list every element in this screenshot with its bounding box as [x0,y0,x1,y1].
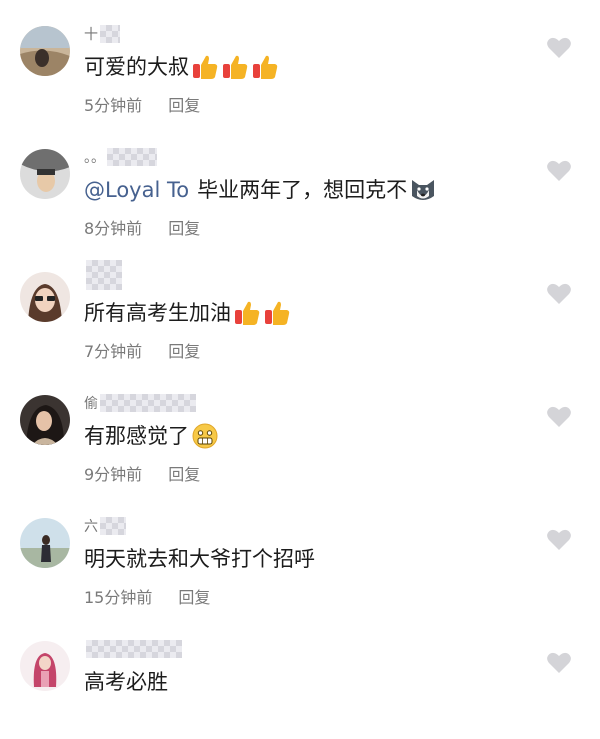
comment-text: 明天就去和大爷打个招呼 [84,545,315,573]
avatar[interactable] [20,518,70,568]
nickname-text[interactable]: 偷 [84,393,98,413]
timestamp: 9分钟前 [84,465,143,484]
like-heart-icon[interactable] [546,651,572,675]
comment-text: 高考必胜 [84,668,168,696]
reply-button[interactable]: 回复 [168,92,200,116]
thumbs-up-emoji [251,53,279,81]
grimace-emoji [191,422,219,450]
comment-meta: 5分钟前 回复 [84,92,200,116]
nickname[interactable] [84,639,182,659]
like-heart-icon[interactable] [546,528,572,552]
comment-item: 十 可爱的大叔 5分钟前 回复 [0,0,600,124]
avatar[interactable] [20,395,70,445]
comment-body: 毕业两年了，想回克不 [197,178,408,202]
reply-button[interactable]: 回复 [168,461,200,485]
nickname[interactable]: 六 [84,516,126,536]
like-heart-icon[interactable] [546,405,572,429]
avatar[interactable] [20,641,70,691]
nickname[interactable] [84,260,122,290]
comment-body: 有那感觉了 [84,424,189,448]
comment-item: 高考必胜 [0,615,600,739]
comment-text: 所有高考生加油 [84,299,291,327]
thumbs-up-emoji [263,299,291,327]
comment-body: 所有高考生加油 [84,301,231,325]
pixelated-nickname [86,640,182,658]
nickname[interactable]: 偷 [84,393,196,413]
comment-item: 偷 有那感觉了 9分钟前 回复 [0,369,600,493]
comment-body: 明天就去和大爷打个招呼 [84,547,315,571]
timestamp: 7分钟前 [84,342,143,361]
timestamp: 8分钟前 [84,219,143,238]
nickname-text[interactable]: 六 [84,516,98,536]
timestamp: 15分钟前 [84,588,153,607]
comment-item: 六 明天就去和大爷打个招呼 15分钟前 回复 [0,492,600,616]
thumbs-up-emoji [233,299,261,327]
pixelated-nickname [86,260,122,290]
like-heart-icon[interactable] [546,282,572,306]
comment-body: 高考必胜 [84,670,168,694]
reply-button[interactable]: 回复 [178,584,210,608]
pixelated-nickname [100,394,196,412]
reply-button[interactable]: 回复 [168,338,200,362]
comment-meta: 9分钟前 回复 [84,461,200,485]
timestamp: 5分钟前 [84,96,143,115]
nickname[interactable]: 十 [84,24,120,44]
reply-button[interactable]: 回复 [168,215,200,239]
comment-meta: 8分钟前 回复 [84,215,200,239]
avatar[interactable] [20,272,70,322]
comment-text: @Loyal To 毕业两年了，想回克不 [84,176,437,204]
thumbs-up-emoji [191,53,219,81]
nickname[interactable]: 。。 [84,147,157,167]
pixelated-nickname [100,517,126,535]
comment-meta: 7分钟前 回复 [84,338,200,362]
nickname-text[interactable]: 。。 [84,147,105,167]
like-heart-icon[interactable] [546,36,572,60]
pixelated-nickname [100,25,120,43]
comment-item: 所有高考生加油 7分钟前 回复 [0,246,600,370]
comment-text: 有那感觉了 [84,422,219,450]
like-heart-icon[interactable] [546,159,572,183]
husky-emoji [409,176,437,204]
avatar[interactable] [20,149,70,199]
comment-item: 。。 @Loyal To 毕业两年了，想回克不 8分钟前 回复 [0,123,600,247]
avatar[interactable] [20,26,70,76]
mention-link[interactable]: @Loyal To [84,176,189,204]
thumbs-up-emoji [221,53,249,81]
nickname-text[interactable]: 十 [84,24,98,44]
comment-body: 可爱的大叔 [84,55,189,79]
comment-meta: 15分钟前 回复 [84,584,210,608]
comment-text: 可爱的大叔 [84,53,279,81]
pixelated-nickname [107,148,157,166]
